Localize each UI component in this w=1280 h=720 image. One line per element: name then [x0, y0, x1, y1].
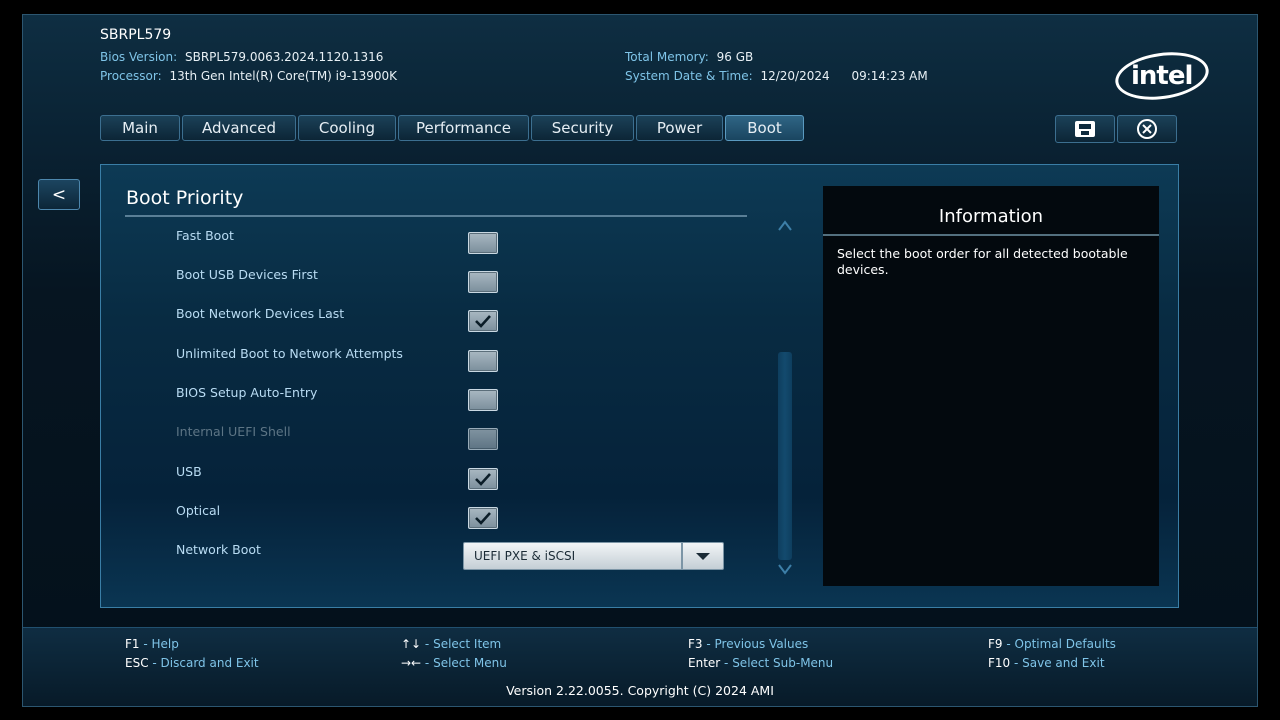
scroll-down-icon[interactable] [778, 563, 792, 575]
system-name: SBRPL579 [100, 27, 172, 43]
processor-label: Processor: [100, 69, 162, 83]
hotkey-help: F1 - Help [125, 637, 179, 651]
chevron-down-icon [696, 552, 710, 560]
uefi-shell-checkbox [468, 428, 498, 450]
date-value[interactable]: 12/20/2024 [760, 69, 829, 83]
memory-label: Total Memory: [625, 50, 709, 64]
tab-main[interactable]: Main [100, 115, 180, 141]
fast-boot-checkbox[interactable] [468, 232, 498, 254]
save-icon [1075, 121, 1095, 137]
hotkey-select-item: ↑↓ - Select Item [401, 637, 501, 651]
hotkey-desc: Help [151, 637, 179, 651]
bios-version-value: SBRPL579.0063.2024.1120.1316 [184, 50, 384, 64]
scroll-up-icon[interactable] [778, 220, 792, 232]
option-label-unlimited-network: Unlimited Boot to Network Attempts [176, 346, 403, 361]
hotkey-key: F3 [688, 637, 703, 651]
hotkey-discard-exit: ESC - Discard and Exit [125, 656, 259, 670]
option-label-fast-boot: Fast Boot [176, 228, 234, 243]
unlimited-network-checkbox[interactable] [468, 350, 498, 372]
intel-logo: intel [1112, 46, 1212, 106]
network-last-checkbox[interactable] [468, 310, 498, 332]
boot-panel: Boot Priority Fast Boot Boot USB Devices… [100, 164, 1179, 608]
network-boot-select[interactable]: UEFI PXE & iSCSI [463, 542, 724, 570]
processor-row: Processor: 13th Gen Intel(R) Core(TM) i9… [100, 69, 397, 83]
dropdown-toggle[interactable] [681, 543, 723, 569]
checkmark-icon [475, 512, 491, 525]
exit-button[interactable] [1117, 115, 1177, 143]
information-text: Select the boot order for all detected b… [837, 246, 1128, 277]
tab-cooling[interactable]: Cooling [298, 115, 396, 141]
hotkey-save-exit: F10 - Save and Exit [988, 656, 1105, 670]
intel-logo-text: intel [1131, 61, 1193, 91]
tab-power[interactable]: Power [636, 115, 723, 141]
hotkey-desc: Select Menu [433, 656, 507, 670]
option-label-network-last: Boot Network Devices Last [176, 306, 345, 321]
tab-performance[interactable]: Performance [398, 115, 529, 141]
hotkey-separator: - [139, 637, 152, 651]
hotkey-separator: - [1002, 637, 1015, 651]
hotkey-optimal-defaults: F9 - Optimal Defaults [988, 637, 1116, 651]
hotkey-separator: - [720, 656, 733, 670]
hotkey-separator: - [148, 656, 161, 670]
option-label-uefi-shell: Internal UEFI Shell [176, 424, 291, 439]
tab-advanced[interactable]: Advanced [182, 115, 296, 141]
datetime-row: System Date & Time: 12/20/2024 09:14:23 … [625, 69, 928, 83]
hotkey-select-menu: →← - Select Menu [401, 656, 507, 670]
tab-boot[interactable]: Boot [725, 115, 804, 141]
hotkey-key: →← [401, 656, 422, 670]
scrollbar-thumb[interactable] [778, 352, 792, 560]
hotkey-key: ESC [125, 656, 149, 670]
back-button[interactable]: < [38, 179, 80, 210]
option-label-network-boot: Network Boot [176, 542, 261, 557]
hotkey-key: F9 [988, 637, 1003, 651]
hotkey-desc: Save and Exit [1022, 656, 1105, 670]
information-title: Information [938, 206, 1044, 227]
datetime-label: System Date & Time: [625, 69, 753, 83]
hotkey-separator: - [421, 656, 434, 670]
optical-checkbox[interactable] [468, 507, 498, 529]
hotkey-separator: - [421, 637, 434, 651]
hotkey-separator: - [702, 637, 715, 651]
bios-version-label: Bios Version: [100, 50, 178, 64]
hotkey-separator: - [1010, 656, 1023, 670]
hotkey-select-submenu: Enter - Select Sub-Menu [688, 656, 833, 670]
information-panel: Information Select the boot order for al… [823, 186, 1159, 586]
tab-security[interactable]: Security [531, 115, 634, 141]
version-text: Version 2.22.0055. Copyright (C) 2024 AM… [506, 683, 774, 698]
save-button[interactable] [1055, 115, 1115, 143]
hotkey-desc: Optimal Defaults [1014, 637, 1116, 651]
memory-row: Total Memory: 96 GB [625, 50, 753, 64]
option-label-optical: Optical [176, 503, 221, 518]
option-label-setup-auto-entry: BIOS Setup Auto-Entry [176, 385, 318, 400]
hotkey-previous-values: F3 - Previous Values [688, 637, 808, 651]
hotkey-desc: Select Sub-Menu [732, 656, 834, 670]
hotkey-desc: Discard and Exit [160, 656, 259, 670]
bios-version-row: Bios Version: SBRPL579.0063.2024.1120.13… [100, 50, 383, 64]
hotkey-key: Enter [688, 656, 721, 670]
hotkey-key: ↑↓ [401, 637, 422, 651]
option-label-usb: USB [176, 464, 202, 479]
hotkey-desc: Select Item [433, 637, 502, 651]
processor-value: 13th Gen Intel(R) Core(TM) i9-13900K [169, 69, 398, 83]
boot-usb-first-checkbox[interactable] [468, 271, 498, 293]
bios-window: SBRPL579 Bios Version: SBRPL579.0063.202… [22, 14, 1258, 707]
section-title: Boot Priority [126, 187, 244, 209]
usb-checkbox[interactable] [468, 468, 498, 490]
option-label-boot-usb-first: Boot USB Devices First [176, 267, 318, 282]
section-divider [125, 215, 747, 217]
hotkey-key: F10 [988, 656, 1011, 670]
memory-value: 96 GB [716, 50, 754, 64]
checkmark-icon [475, 315, 491, 328]
network-boot-value: UEFI PXE & iSCSI [474, 549, 576, 563]
information-divider [823, 234, 1159, 236]
checkmark-icon [475, 473, 491, 486]
time-value[interactable]: 09:14:23 AM [851, 69, 927, 83]
hotkey-key: F1 [125, 637, 140, 651]
setup-auto-entry-checkbox[interactable] [468, 389, 498, 411]
close-circle-icon [1137, 119, 1157, 139]
hotkey-desc: Previous Values [714, 637, 809, 651]
